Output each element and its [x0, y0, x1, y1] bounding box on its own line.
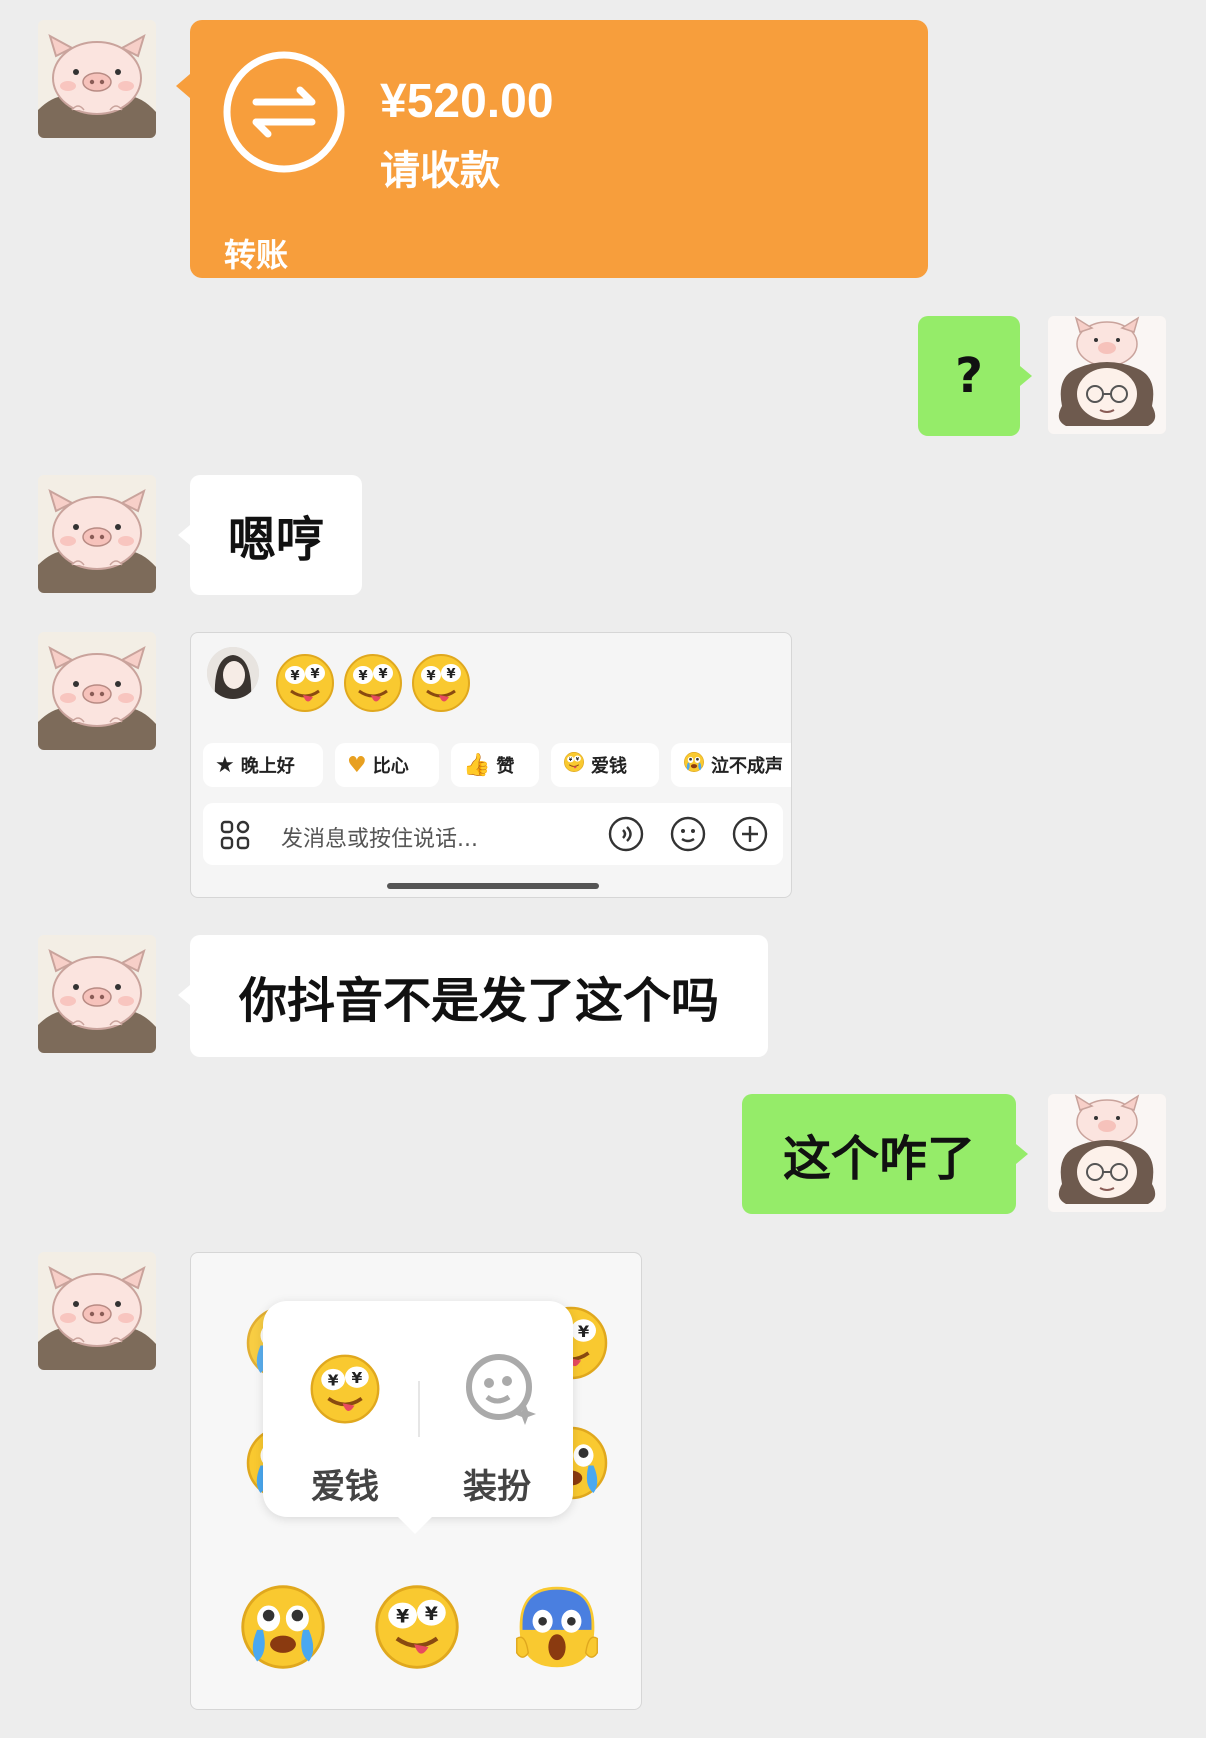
- quick-reply-chip[interactable]: 👍 赞: [451, 743, 539, 787]
- girl-pig-avatar-icon: [1048, 1094, 1166, 1212]
- pig-avatar-icon: [38, 475, 156, 593]
- emoji-face-icon[interactable]: [669, 815, 707, 853]
- money-eyes-emoji-icon: [409, 651, 473, 715]
- transfer-amount: ¥520.00: [380, 75, 554, 128]
- input-placeholder[interactable]: 发消息或按住说话...: [281, 821, 478, 853]
- message-text: 嗯哼: [227, 512, 324, 568]
- bubble-tail: [1016, 1144, 1028, 1164]
- voice-icon[interactable]: [607, 815, 645, 853]
- thumbs-up-icon: 👍: [463, 752, 491, 778]
- contact-avatar[interactable]: [38, 20, 156, 138]
- contact-avatar[interactable]: [38, 475, 156, 593]
- crying-emoji-icon[interactable]: [237, 1581, 329, 1673]
- transfer-card[interactable]: ¥520.00 请收款 转账: [176, 20, 928, 278]
- money-eyes-emoji-icon[interactable]: [307, 1351, 383, 1427]
- quick-reply-chip[interactable]: ★ 晚上好: [203, 743, 323, 787]
- transfer-label: 转账: [224, 236, 289, 274]
- contact-avatar[interactable]: [38, 1252, 156, 1370]
- sent-message-bubble[interactable]: ?: [918, 316, 1032, 436]
- message-input-bar[interactable]: 发消息或按住说话...: [203, 803, 783, 865]
- star-emoji-icon: ★: [215, 752, 235, 778]
- pig-avatar-icon: [38, 20, 156, 138]
- plus-circle-icon[interactable]: [731, 815, 769, 853]
- girl-pig-avatar-icon: [1048, 316, 1166, 434]
- transfer-status: 请收款: [380, 148, 500, 194]
- quick-reply-chip[interactable]: ♥ 比心: [335, 743, 439, 787]
- home-indicator: [387, 883, 599, 889]
- user-avatar-thumbnail: [207, 647, 259, 699]
- popup-caret: [398, 1500, 432, 1534]
- pig-avatar-icon: [38, 632, 156, 750]
- message-text: ?: [955, 348, 983, 404]
- emoji-action-popup: 爱钱 装扮: [263, 1301, 573, 1534]
- pig-avatar-icon: [38, 1252, 156, 1370]
- received-message-bubble[interactable]: 你抖音不是发了这个吗: [178, 935, 768, 1057]
- bubble-tail: [178, 525, 190, 545]
- bubble-tail: [176, 74, 190, 98]
- screaming-emoji-icon[interactable]: [511, 1581, 603, 1673]
- money-eyes-emoji-icon: [273, 651, 337, 715]
- dress-up-face-icon[interactable]: [463, 1349, 541, 1427]
- crying-emoji-icon: [683, 751, 705, 779]
- bubble-tail: [178, 985, 190, 1005]
- screenshot-image-message[interactable]: ★ 晚上好 ♥ 比心 👍 赞 爱钱 泣不成声 发消息或按住说话...: [190, 632, 792, 898]
- money-eyes-emoji-icon: [563, 751, 585, 779]
- popup-option-label[interactable]: 爱钱: [311, 1459, 379, 1508]
- my-avatar[interactable]: [1048, 316, 1166, 434]
- money-eyes-emoji-icon: [341, 651, 405, 715]
- contact-avatar[interactable]: [38, 632, 156, 750]
- message-text: 你抖音不是发了这个吗: [238, 973, 719, 1029]
- contact-avatar[interactable]: [38, 935, 156, 1053]
- chip-label: 晚上好: [240, 756, 295, 777]
- my-avatar[interactable]: [1048, 1094, 1166, 1212]
- chip-label: 赞: [496, 756, 515, 777]
- popup-divider: [418, 1381, 420, 1437]
- money-eyes-emoji-icon[interactable]: [371, 1581, 463, 1673]
- transfer-arrows-icon: [223, 51, 345, 173]
- message-text: 这个咋了: [782, 1131, 975, 1187]
- chip-label: 泣不成声: [711, 756, 783, 777]
- pig-avatar-icon: [38, 935, 156, 1053]
- quick-reply-chip[interactable]: 泣不成声: [671, 743, 791, 787]
- received-message-bubble[interactable]: 嗯哼: [178, 475, 362, 595]
- heart-hands-emoji-icon: ♥: [347, 752, 367, 778]
- apps-grid-icon[interactable]: [219, 819, 251, 851]
- sent-message-bubble[interactable]: 这个咋了: [742, 1094, 1028, 1214]
- quick-reply-chip[interactable]: 爱钱: [551, 743, 659, 787]
- chip-label: 比心: [372, 756, 409, 777]
- chip-label: 爱钱: [591, 756, 627, 777]
- screenshot-image-message[interactable]: 爱钱 装扮: [190, 1252, 642, 1710]
- popup-option-label[interactable]: 装扮: [463, 1459, 531, 1508]
- bubble-tail: [1020, 366, 1032, 386]
